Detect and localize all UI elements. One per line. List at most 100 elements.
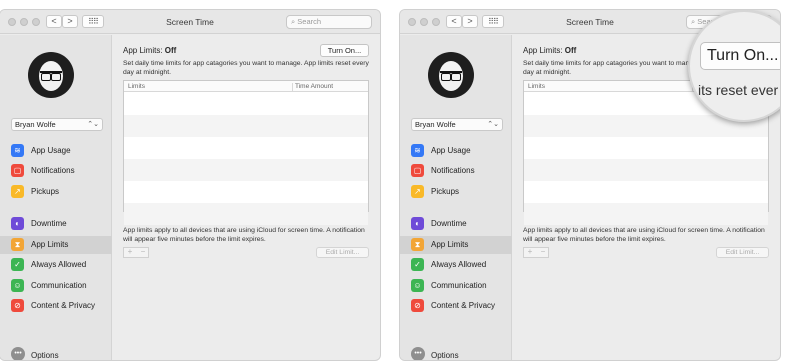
status-text: Off: [164, 46, 177, 55]
remove-button[interactable]: −: [137, 247, 149, 256]
screen-time-window-right: < > ⠿⠿ Screen Time ⌕ Search Bryan Wolfe …: [400, 10, 780, 360]
checkmark-icon: ✓: [11, 258, 24, 271]
title-bar: < > ⠿⠿ Screen Time ⌕ Search: [0, 10, 380, 34]
description-text: Set daily time limits for app catagories…: [123, 60, 369, 76]
heading-prefix: App Limits:: [123, 46, 165, 55]
sidebar-item-always-allowed[interactable]: ✓ Always Allowed: [0, 256, 112, 274]
options-label[interactable]: Options: [31, 351, 59, 360]
search-icon: ⌕: [691, 17, 696, 26]
sidebar-item-pickups[interactable]: ↗ Pickups: [0, 183, 112, 201]
table-header: Limits Time Amount: [124, 81, 368, 92]
table-row: [524, 181, 768, 203]
sidebar-item-communication[interactable]: ☺ Communication: [400, 277, 512, 295]
column-header-time-amount[interactable]: Time Amount: [292, 83, 333, 92]
hourglass-icon: ⧗: [411, 238, 424, 251]
sidebar-item-notifications[interactable]: ▢ Notifications: [400, 162, 512, 180]
notification-icon: ▢: [11, 164, 24, 177]
sidebar-item-content-privacy[interactable]: ⊘ Content & Privacy: [0, 297, 112, 315]
moon-icon: ◐: [411, 217, 424, 230]
add-remove-control: + −: [123, 247, 149, 258]
user-name: Bryan Wolfe: [15, 120, 56, 129]
table-row: [124, 137, 368, 159]
add-remove-control: + −: [523, 247, 549, 258]
notification-icon: ▢: [411, 164, 424, 177]
main-panel: App Limits: Off Turn On... Set daily tim…: [113, 35, 380, 360]
sidebar-item-label: Communication: [31, 281, 87, 290]
sidebar-item-label: Content & Privacy: [31, 301, 96, 310]
sidebar-item-label: Notifications: [431, 166, 475, 175]
heading-prefix: App Limits:: [523, 46, 565, 55]
restricted-icon: ⊘: [411, 299, 424, 312]
status-text: Off: [564, 46, 577, 55]
avatar: [28, 52, 74, 98]
sidebar: Bryan Wolfe ⌃⌄ ≋ App Usage ▢ Notificatio…: [400, 35, 512, 360]
column-header-limits[interactable]: Limits: [128, 83, 145, 90]
restricted-icon: ⊘: [11, 299, 24, 312]
search-placeholder: Search: [297, 17, 322, 26]
chevron-updown-icon: ⌃⌄: [87, 121, 99, 128]
user-popup[interactable]: Bryan Wolfe ⌃⌄: [11, 118, 103, 131]
sidebar-item-label: Communication: [431, 281, 487, 290]
sidebar-item-label: Downtime: [31, 219, 67, 228]
pickups-icon: ↗: [11, 185, 24, 198]
table-row: [124, 93, 368, 115]
add-button[interactable]: +: [524, 247, 536, 256]
column-header-limits[interactable]: Limits: [528, 83, 545, 90]
turn-on-button-zoomed: Turn On...: [700, 42, 780, 70]
zoomed-description-text: its reset ever: [698, 82, 779, 98]
add-button[interactable]: +: [124, 247, 136, 256]
table-row: [524, 203, 768, 225]
sidebar-item-label: App Usage: [31, 146, 71, 155]
search-input[interactable]: ⌕ Search: [286, 15, 372, 29]
sidebar-item-pickups[interactable]: ↗ Pickups: [400, 183, 512, 201]
layers-icon: ≋: [411, 144, 424, 157]
sidebar-item-label: Pickups: [31, 187, 60, 196]
sidebar-item-content-privacy[interactable]: ⊘ Content & Privacy: [400, 297, 512, 315]
options-icon[interactable]: •••: [411, 347, 425, 360]
sidebar-item-app-limits[interactable]: ⧗ App Limits: [400, 236, 512, 254]
turn-on-button[interactable]: Turn On...: [320, 44, 369, 57]
sidebar-item-app-usage[interactable]: ≋ App Usage: [400, 142, 512, 160]
sidebar-item-downtime[interactable]: ◐ Downtime: [0, 215, 112, 233]
table-row: [124, 159, 368, 181]
sidebar-item-notifications[interactable]: ▢ Notifications: [0, 162, 112, 180]
sidebar-item-label: Notifications: [31, 166, 75, 175]
sidebar-item-communication[interactable]: ☺ Communication: [0, 277, 112, 295]
sidebar-item-always-allowed[interactable]: ✓ Always Allowed: [400, 256, 512, 274]
sidebar-item-label: App Limits: [431, 240, 469, 249]
icloud-note: App limits apply to all devices that are…: [523, 227, 765, 243]
sidebar-item-app-usage[interactable]: ≋ App Usage: [0, 142, 112, 160]
table-row: [524, 137, 768, 159]
limits-table: Limits Time Amount: [123, 80, 369, 225]
sidebar-item-label: Always Allowed: [431, 260, 487, 269]
sidebar-item-label: Always Allowed: [31, 260, 87, 269]
sidebar-item-label: App Limits: [31, 240, 69, 249]
sidebar-item-label: Downtime: [431, 219, 467, 228]
page-title: App Limits: Off: [523, 46, 576, 55]
sidebar: Bryan Wolfe ⌃⌄ ≋ App Usage ▢ Notificatio…: [0, 35, 112, 360]
sidebar-item-label: Content & Privacy: [431, 301, 496, 310]
moon-icon: ◐: [11, 217, 24, 230]
sidebar-item-downtime[interactable]: ◐ Downtime: [400, 215, 512, 233]
options-icon[interactable]: •••: [11, 347, 25, 360]
person-icon: ☺: [11, 279, 24, 292]
hourglass-icon: ⧗: [11, 238, 24, 251]
edit-limit-button[interactable]: Edit Limit...: [716, 247, 769, 258]
sidebar-item-label: App Usage: [431, 146, 471, 155]
sidebar-item-app-limits[interactable]: ⧗ App Limits: [0, 236, 112, 254]
layers-icon: ≋: [11, 144, 24, 157]
avatar: [428, 52, 474, 98]
user-name: Bryan Wolfe: [415, 120, 456, 129]
person-icon: ☺: [411, 279, 424, 292]
chevron-updown-icon: ⌃⌄: [487, 121, 499, 128]
icloud-note: App limits apply to all devices that are…: [123, 227, 365, 243]
table-row: [524, 159, 768, 181]
search-icon: ⌕: [291, 17, 296, 26]
remove-button[interactable]: −: [537, 247, 549, 256]
pickups-icon: ↗: [411, 185, 424, 198]
edit-limit-button[interactable]: Edit Limit...: [316, 247, 369, 258]
checkmark-icon: ✓: [411, 258, 424, 271]
sidebar-item-label: Pickups: [431, 187, 460, 196]
user-popup[interactable]: Bryan Wolfe ⌃⌄: [411, 118, 503, 131]
options-label[interactable]: Options: [431, 351, 459, 360]
